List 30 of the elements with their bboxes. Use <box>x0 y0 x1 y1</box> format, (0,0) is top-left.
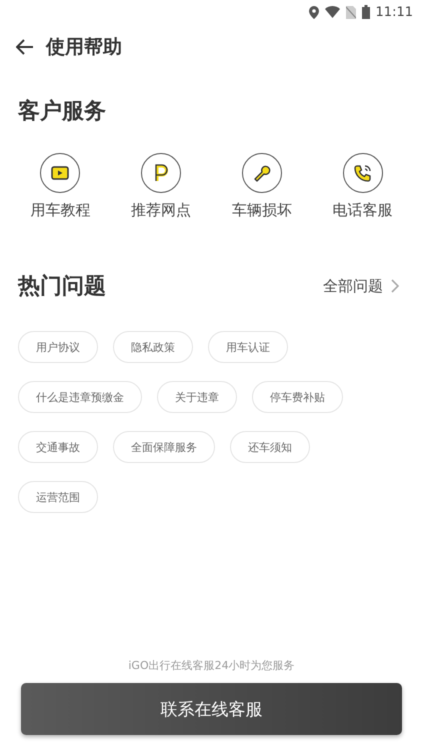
question-tag[interactable]: 停车费补贴 <box>252 381 343 413</box>
service-item[interactable]: 电话客服 <box>312 152 413 221</box>
question-tag[interactable]: 运营范围 <box>18 481 98 513</box>
wifi-icon <box>324 6 340 18</box>
question-tag[interactable]: 交通事故 <box>18 431 98 463</box>
section-title: 客户服务 <box>18 98 107 126</box>
no-sim-icon <box>346 6 356 18</box>
all-questions-link[interactable]: 全部问题 <box>323 276 405 296</box>
question-tag[interactable]: 全面保障服务 <box>113 431 215 463</box>
location-icon <box>308 6 319 18</box>
chevron-icon <box>391 279 399 293</box>
battery-icon <box>362 5 370 19</box>
question-tag[interactable]: 什么是违章预缴金 <box>18 381 142 413</box>
question-tag[interactable]: 隐私政策 <box>113 331 193 363</box>
question-tag[interactable]: 用户协议 <box>18 331 98 363</box>
parking-icon <box>154 164 168 182</box>
section-title: 热门问题 <box>18 272 106 301</box>
question-tag[interactable]: 关于违章 <box>157 381 237 413</box>
status-time: 11:11 <box>376 4 413 20</box>
back-arrow-icon[interactable] <box>16 39 34 55</box>
video-icon <box>51 166 70 180</box>
phone-icon <box>354 164 372 182</box>
service-item[interactable]: 推荐网点 <box>110 152 212 221</box>
service-item[interactable]: 车辆损坏 <box>212 152 312 221</box>
page-title: 使用帮助 <box>46 35 122 60</box>
service-note: iGO出行在线客服24小时为您服务 <box>127 658 296 673</box>
question-tag[interactable]: 还车须知 <box>230 431 310 463</box>
service-item[interactable]: 用车教程 <box>10 152 111 221</box>
contact-service-button[interactable]: 联系在线客服 <box>21 683 402 735</box>
question-tag[interactable]: 用车认证 <box>208 331 288 363</box>
